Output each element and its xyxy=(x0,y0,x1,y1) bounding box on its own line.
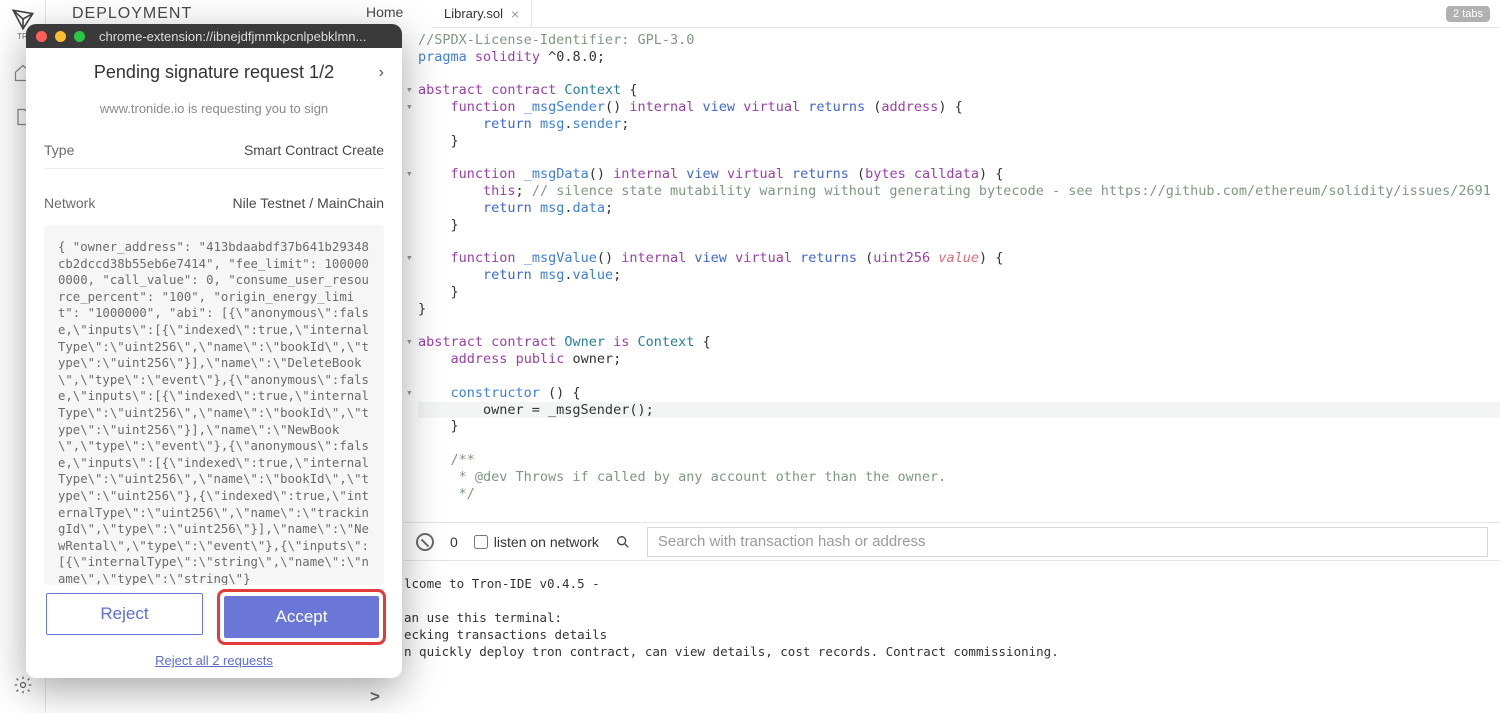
tab-label: Library.sol xyxy=(444,6,503,21)
signature-request-popup: chrome-extension://ibnejdfjmmkpcnlpebklm… xyxy=(26,24,402,678)
code-line[interactable] xyxy=(418,66,1500,83)
home-link[interactable]: Home xyxy=(366,4,403,20)
window-zoom-icon[interactable] xyxy=(74,31,85,42)
popup-title: Pending signature request 1/2 › xyxy=(44,62,384,83)
code-line[interactable] xyxy=(418,234,1500,251)
fold-icon[interactable]: ▾ xyxy=(406,99,413,116)
code-line[interactable]: * @dev Throws if called by any account o… xyxy=(418,469,1500,486)
fold-icon[interactable]: ▾ xyxy=(406,385,413,402)
code-line[interactable] xyxy=(418,435,1500,452)
tx-search-input[interactable] xyxy=(647,527,1488,557)
code-line[interactable] xyxy=(418,318,1500,335)
fold-icon[interactable]: ▾ xyxy=(406,82,413,99)
accept-button[interactable]: Accept xyxy=(224,596,379,638)
terminal-output[interactable]: lcome to Tron-IDE v0.4.5 - an use this t… xyxy=(404,560,1500,713)
window-minimize-icon[interactable] xyxy=(55,31,66,42)
code-line[interactable]: return msg.sender; xyxy=(418,116,1500,133)
transaction-payload: { "owner_address": "413bdaabdf37b641b293… xyxy=(44,225,384,585)
code-line[interactable]: } xyxy=(418,418,1500,435)
terminal-prompt-icon: > xyxy=(370,687,380,707)
fold-icon[interactable]: ▾ xyxy=(406,334,413,351)
code-line[interactable] xyxy=(418,150,1500,167)
code-line[interactable]: function _msgSender() internal view virt… xyxy=(418,99,1500,116)
info-key: Network xyxy=(44,195,95,211)
popup-subtext: www.tronide.io is requesting you to sign xyxy=(44,101,384,116)
reject-button[interactable]: Reject xyxy=(46,593,203,635)
pending-tx-count: 0 xyxy=(450,534,458,550)
code-editor[interactable]: ▾▾▾▾▾▾ //SPDX-License-Identifier: GPL-3.… xyxy=(404,28,1500,518)
code-line[interactable]: /** xyxy=(418,452,1500,469)
code-line[interactable]: abstract contract Context { xyxy=(418,82,1500,99)
editor-gutter: ▾▾▾▾▾▾ xyxy=(404,28,418,518)
extension-url: chrome-extension://ibnejdfjmmkpcnlpebklm… xyxy=(99,29,366,44)
tab-count-badge[interactable]: 2 tabs xyxy=(1446,6,1490,22)
info-value: Smart Contract Create xyxy=(244,142,384,158)
chevron-right-icon[interactable]: › xyxy=(379,64,384,82)
reject-all-link[interactable]: Reject all 2 requests xyxy=(44,653,384,668)
code-line[interactable]: } xyxy=(418,301,1500,318)
code-line[interactable]: } xyxy=(418,133,1500,150)
panel-title: DEPLOYMENT xyxy=(72,5,192,23)
popup-info-row: Type Smart Contract Create xyxy=(44,142,384,158)
console-toolbar: 0 listen on network xyxy=(404,522,1500,560)
code-line[interactable]: function _msgData() internal view virtua… xyxy=(418,166,1500,183)
clear-console-icon[interactable] xyxy=(416,533,434,551)
code-line[interactable]: function _msgValue() internal view virtu… xyxy=(418,250,1500,267)
search-icon[interactable] xyxy=(615,534,631,550)
code-line[interactable]: //SPDX-License-Identifier: GPL-3.0 xyxy=(418,32,1500,49)
code-line[interactable]: address public owner; xyxy=(418,351,1500,368)
fold-icon[interactable]: ▾ xyxy=(406,166,413,183)
listen-network-toggle[interactable]: listen on network xyxy=(474,534,599,550)
code-line[interactable]: return msg.value; xyxy=(418,267,1500,284)
code-line[interactable]: } xyxy=(418,284,1500,301)
listen-network-label: listen on network xyxy=(494,534,599,550)
popup-titlebar: chrome-extension://ibnejdfjmmkpcnlpebklm… xyxy=(26,24,402,48)
editor-code-area[interactable]: //SPDX-License-Identifier: GPL-3.0pragma… xyxy=(418,32,1500,502)
popup-info-row: Network Nile Testnet / MainChain xyxy=(44,195,384,211)
info-key: Type xyxy=(44,142,74,158)
editor-tab-bar: Library.sol × 2 tabs xyxy=(432,0,1500,28)
listen-network-checkbox[interactable] xyxy=(474,535,488,549)
code-line[interactable]: constructor () { xyxy=(418,385,1500,402)
code-line[interactable]: this; // silence state mutability warnin… xyxy=(418,183,1500,200)
tab-library-sol[interactable]: Library.sol × xyxy=(432,0,532,27)
fold-icon[interactable]: ▾ xyxy=(406,250,413,267)
info-value: Nile Testnet / MainChain xyxy=(233,195,384,211)
code-line[interactable]: pragma solidity ^0.8.0; xyxy=(418,49,1500,66)
code-line[interactable]: owner = _msgSender(); xyxy=(418,402,1500,419)
code-line[interactable]: } xyxy=(418,217,1500,234)
window-close-icon[interactable] xyxy=(36,31,47,42)
code-line[interactable]: */ xyxy=(418,486,1500,503)
close-icon[interactable]: × xyxy=(511,7,519,21)
code-line[interactable]: abstract contract Owner is Context { xyxy=(418,334,1500,351)
code-line[interactable]: return msg.data; xyxy=(418,200,1500,217)
code-line[interactable] xyxy=(418,368,1500,385)
